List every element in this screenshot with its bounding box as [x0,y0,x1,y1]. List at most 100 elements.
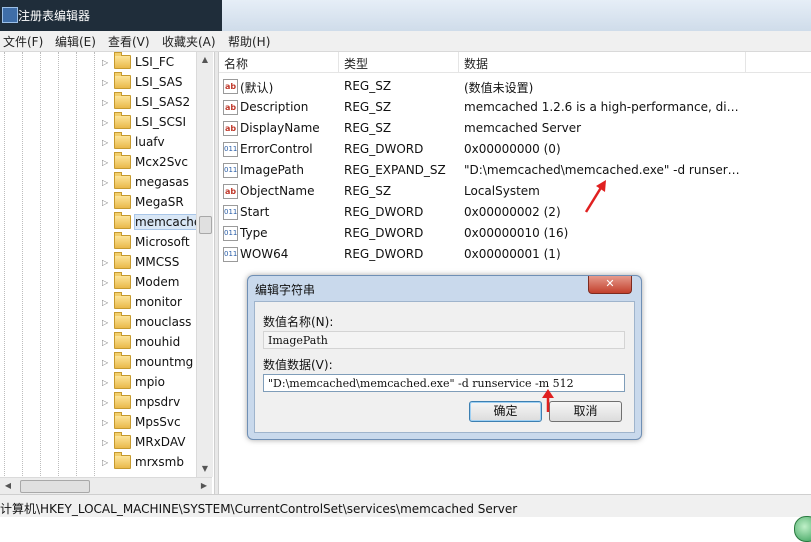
expand-arrow-icon[interactable]: ▷ [102,278,112,287]
registry-path: 计算机\HKEY_LOCAL_MACHINE\SYSTEM\CurrentCon… [0,502,518,516]
scroll-thumb[interactable] [20,480,90,493]
menu-favorites[interactable]: 收藏夹(A) [162,33,216,50]
expand-arrow-icon[interactable]: ▷ [102,258,112,267]
folder-icon [114,352,131,369]
menu-edit[interactable]: 编辑(E) [55,33,96,50]
scroll-thumb[interactable] [199,216,212,234]
tree-item[interactable]: ▷ megasas [102,172,202,192]
folder-icon [114,72,131,89]
tree-item[interactable]: ▷ mountmg [102,352,202,372]
tree-horizontal-scrollbar[interactable]: ◀ ▶ [0,477,212,494]
expand-arrow-icon[interactable]: ▷ [102,338,112,347]
column-header-name[interactable]: 名称 [224,55,248,72]
registry-key-tree[interactable]: ▷ LSI_FC ▷ LSI_SAS ▷ LSI_SAS2 ▷ LSI_SCSI ▷ lu… [0,52,214,494]
table-row[interactable]: ab ObjectName REG_SZ LocalSystem [219,181,811,202]
value-type: REG_SZ [344,184,392,198]
tree-item[interactable]: ▷ LSI_SAS [102,72,202,92]
binary-value-icon: 011 [223,142,238,157]
expand-arrow-icon[interactable]: ▷ [102,398,112,407]
table-row[interactable]: 011 WOW64 REG_DWORD 0x00000001 (1) [219,244,811,265]
tree-item[interactable]: ▷ MRxDAV [102,432,202,452]
column-header-type[interactable]: 类型 [344,55,368,72]
string-value-icon: ab [223,184,238,199]
tree-item[interactable]: ▷ MMCSS [102,252,202,272]
table-row[interactable]: 011 Start REG_DWORD 0x00000002 (2) [219,202,811,223]
tree-item-label: Modem [135,275,180,289]
expand-arrow-icon[interactable]: ▷ [102,78,112,87]
tree-guide-line [76,52,77,478]
tree-item[interactable]: ▷ monitor [102,292,202,312]
expand-arrow-icon[interactable]: ▷ [102,378,112,387]
expand-arrow-icon[interactable]: ▷ [102,58,112,67]
scroll-left-icon[interactable]: ◀ [0,478,16,494]
tree-item[interactable]: ▷ LSI_SCSI [102,112,202,132]
scroll-down-icon[interactable]: ▼ [197,461,213,477]
value-name: ImagePath [240,163,304,177]
value-data-field[interactable]: "D:\memcached\memcached.exe" -d runservi… [263,374,625,392]
expand-arrow-icon[interactable]: ▷ [102,158,112,167]
tree-item-label: mouhid [135,335,181,349]
table-row[interactable]: 011 ImagePath REG_EXPAND_SZ "D:\memcached\m… [219,160,811,181]
expand-arrow-icon[interactable]: ▷ [102,298,112,307]
expand-arrow-icon[interactable]: ▷ [102,98,112,107]
menu-help[interactable]: 帮助(H) [228,33,270,50]
tree-item[interactable]: ▷ LSI_SAS2 [102,92,202,112]
tree-item[interactable]: ▷ Mcx2Svc [102,152,202,172]
menu-view[interactable]: 查看(V) [108,33,150,50]
folder-icon [114,252,131,269]
expand-arrow-icon[interactable]: ▷ [102,438,112,447]
tree-item[interactable]: ▷ mrxsmb [102,452,202,472]
value-name: (默认) [240,81,274,95]
table-row[interactable]: 011 ErrorControl REG_DWORD 0x00000000 (0) [219,139,811,160]
tree-item[interactable]: ▷ Modem [102,272,202,292]
table-row[interactable]: ab (默认) REG_SZ (数值未设置) [219,76,811,97]
folder-icon [114,292,131,309]
tree-guide-line [40,52,41,478]
folder-icon [114,132,131,149]
ok-button[interactable]: 确定 [469,401,542,422]
tree-item-label: megasas [135,175,189,189]
table-row[interactable]: ab DisplayName REG_SZ memcached Server [219,118,811,139]
folder-icon [114,432,131,449]
scroll-right-icon[interactable]: ▶ [196,478,212,494]
expand-arrow-icon[interactable]: ▷ [102,318,112,327]
tree-item[interactable]: ▷ mouhid [102,332,202,352]
tree-item[interactable]: ▷ mpio [102,372,202,392]
tree-item[interactable]: ▷ mpsdrv [102,392,202,412]
value-type: REG_SZ [344,100,392,114]
value-data: memcached Server [464,121,582,135]
column-divider[interactable] [338,52,339,72]
close-icon[interactable]: ✕ [588,276,632,294]
tree-item-selected[interactable]: memcache [102,212,203,232]
tree-vertical-scrollbar[interactable]: ▲ ▼ [196,52,213,477]
tree-item[interactable]: ▷ mouclass [102,312,202,332]
cancel-button[interactable]: 取消 [549,401,622,422]
tree-item-label: memcache [133,214,203,230]
tree-item[interactable]: ▷ MpsSvc [102,412,202,432]
tree-item-label: LSI_SAS2 [135,95,191,109]
tree-item[interactable]: ▷ MegaSR [102,192,202,212]
expand-arrow-icon[interactable]: ▷ [102,138,112,147]
expand-arrow-icon[interactable]: ▷ [102,358,112,367]
tree-item-label: LSI_FC [135,55,175,69]
expand-arrow-icon[interactable]: ▷ [102,418,112,427]
tray-orb-icon[interactable] [794,516,811,542]
table-row[interactable]: ab Description REG_SZ memcached 1.2.6 is a … [219,97,811,118]
expand-arrow-icon[interactable]: ▷ [102,198,112,207]
tree-item[interactable]: ▷ LSI_FC [102,52,202,72]
tree-item-label: mpsdrv [135,395,181,409]
tree-item[interactable]: ▷ luafv [102,132,202,152]
expand-arrow-icon[interactable]: ▷ [102,458,112,467]
scroll-up-icon[interactable]: ▲ [197,52,213,68]
column-divider[interactable] [745,52,746,72]
expand-arrow-icon[interactable]: ▷ [102,118,112,127]
table-row[interactable]: 011 Type REG_DWORD 0x00000010 (16) [219,223,811,244]
folder-icon [114,212,131,229]
tree-item[interactable]: Microsoft [102,232,202,252]
column-divider[interactable] [458,52,459,72]
string-value-icon: ab [223,79,238,94]
menu-file[interactable]: 文件(F) [3,33,43,50]
column-header-data[interactable]: 数据 [464,55,488,72]
tree-item-label: LSI_SAS [135,75,183,89]
expand-arrow-icon[interactable]: ▷ [102,178,112,187]
